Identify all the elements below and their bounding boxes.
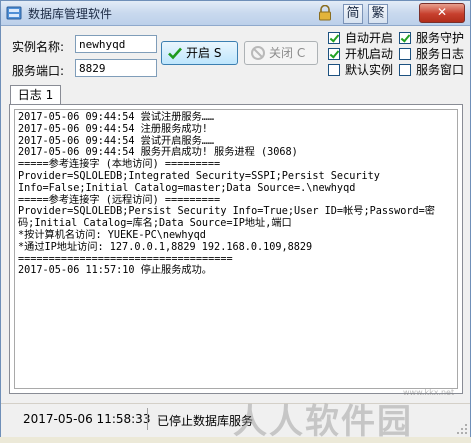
stop-service-button[interactable]: 关闭 C [244,41,318,65]
log-tab-panel: 2017-05-06 09:44:54 尝试注册服务…… 2017-05-06 0… [9,104,463,394]
start-button-label: 开启 S [186,46,222,60]
log-line: =================================== [18,253,233,265]
watermark-url: www.kkx.net [403,388,455,397]
window-title: 数据库管理软件 [28,7,113,21]
log-line: Provider=SQLOLEDB;Persist Security Info=… [18,206,435,218]
checkbox-box [328,64,340,76]
close-window-button[interactable]: ✕ [419,3,465,23]
default-instance-label: 默认实例 [345,63,394,77]
service-log-label: 服务日志 [416,47,465,61]
service-guard-checkbox[interactable]: 服务守护 [399,31,464,47]
app-window: 数据库管理软件 简 繁 — ✕ 实例名称: newhyqd 服务端口: 8829… [0,0,471,442]
checkbox-box [399,32,411,44]
checkbox-box [399,48,411,60]
checkbox-box [328,32,340,44]
status-time: 2017-05-06 11:58:33 [23,412,151,426]
status-bar: 2017-05-06 11:58:33 已停止数据库服务 人人软件园 www.k… [1,388,470,442]
checkbox-box [328,48,340,60]
boot-start-checkbox[interactable]: 开机启动 [328,47,393,63]
log-textarea[interactable]: 2017-05-06 09:44:54 尝试注册服务…… 2017-05-06 0… [14,109,458,389]
log-line: 码;Initial Catalog=库名;Data Source=IP地址,端口 [18,218,292,230]
auto-start-checkbox[interactable]: 自动开启 [328,31,393,47]
service-port-input[interactable]: 8829 [75,59,157,77]
lock-icon[interactable] [318,5,332,21]
start-service-button[interactable]: 开启 S [161,41,238,65]
log-line: *按计算机名访问: YUEKE-PC\newhyqd [18,229,206,241]
auto-start-label: 自动开启 [345,31,394,45]
resize-grip-icon[interactable] [456,423,468,435]
log-line: 2017-05-06 09:44:54 注册服务成功! [18,123,208,135]
instance-name-label: 实例名称: [12,40,65,54]
simplified-chinese-button[interactable]: 简 [343,4,363,24]
log-line: =====参考连接字 (远程访问) ========= [18,194,221,206]
watermark-text: 人人软件园 [233,402,413,442]
service-window-label: 服务窗口 [416,63,465,77]
service-guard-label: 服务守护 [416,31,465,45]
service-window-checkbox[interactable]: 服务窗口 [399,63,464,79]
log-line: Provider=SQLOLEDB;Integrated Security=SS… [18,170,380,182]
tab-log-1[interactable]: 日志 1 [10,85,61,105]
log-line: =====参考连接字 (本地访问) ========= [18,159,221,171]
status-divider [147,408,148,430]
log-line: 2017-05-06 09:44:54 尝试注册服务…… [18,112,215,123]
database-app-icon [6,6,22,20]
service-log-checkbox[interactable]: 服务日志 [399,47,464,63]
stop-button-label: 关闭 C [269,46,306,60]
prohibited-icon [251,46,265,60]
boot-start-label: 开机启动 [345,47,394,61]
traditional-chinese-button[interactable]: 繁 [368,4,388,24]
log-line: Info=False;Initial Catalog=master;Data S… [18,182,356,194]
log-line: 2017-05-06 09:44:54 服务开启成功! 服务进程 (3068) [18,147,298,159]
title-bar[interactable]: 数据库管理软件 简 繁 — ✕ [1,1,470,26]
log-line: 2017-05-06 11:57:10 停止服务成功。 [18,265,212,277]
checkmark-icon [168,47,182,60]
log-line: 2017-05-06 09:44:54 尝试开启服务…… [18,135,215,147]
checkbox-box [399,64,411,76]
log-line: *通过IP地址访问: 127.0.0.1,8829 192.168.0.109,… [18,241,313,253]
instance-name-input[interactable]: newhyqd [75,35,157,53]
service-port-label: 服务端口: [12,64,65,78]
default-instance-checkbox[interactable]: 默认实例 [328,63,393,79]
